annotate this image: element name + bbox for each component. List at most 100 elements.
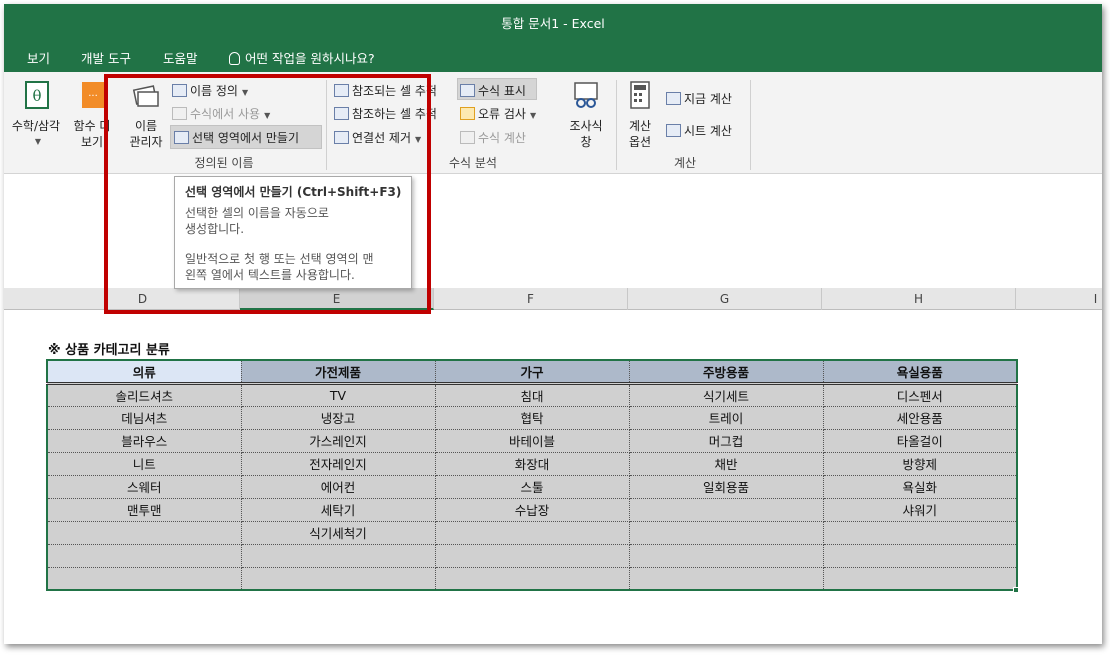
tell-me-text: 어떤 작업을 원하시나요? bbox=[245, 51, 375, 66]
table-cell[interactable]: 샤워기 bbox=[822, 497, 1018, 522]
table-cell[interactable] bbox=[434, 566, 630, 591]
calc-options-label-2: 옵션 bbox=[628, 135, 652, 149]
error-check-icon bbox=[460, 107, 475, 120]
table-cell[interactable]: 식기세트 bbox=[628, 382, 824, 407]
show-formulas-button[interactable]: 수식 표시 bbox=[460, 82, 526, 99]
table-header-row: 의류 가전제품 가구 주방용품 욕실용품 bbox=[46, 359, 1018, 385]
table-cell[interactable]: 세탁기 bbox=[240, 497, 436, 522]
highlight-box bbox=[104, 74, 431, 314]
tab-help[interactable]: 도움말 bbox=[163, 48, 198, 67]
table-cell[interactable] bbox=[240, 543, 436, 568]
calc-now-icon bbox=[666, 92, 681, 105]
lightbulb-icon bbox=[229, 52, 240, 65]
header-cell[interactable]: 가전제품 bbox=[240, 359, 436, 385]
table-cell[interactable]: 수납장 bbox=[434, 497, 630, 522]
table-cell[interactable]: 스웨터 bbox=[46, 474, 242, 499]
table-cell[interactable] bbox=[240, 566, 436, 591]
table-cell[interactable] bbox=[628, 543, 824, 568]
table-cell[interactable] bbox=[434, 543, 630, 568]
header-cell[interactable]: 가구 bbox=[434, 359, 630, 385]
table-cell[interactable]: 침대 bbox=[434, 382, 630, 407]
table-cell[interactable]: 채반 bbox=[628, 451, 824, 476]
calc-options-button[interactable]: 계산 옵션 bbox=[620, 80, 660, 150]
table-cell[interactable]: 맨투맨 bbox=[46, 497, 242, 522]
table-cell[interactable] bbox=[822, 566, 1018, 591]
table-cell[interactable]: 방향제 bbox=[822, 451, 1018, 476]
window-title: 통합 문서1 - Excel bbox=[501, 16, 605, 31]
table-cell[interactable]: 데님셔츠 bbox=[46, 405, 242, 430]
table-cell[interactable]: 바테이블 bbox=[434, 428, 630, 453]
table-cell[interactable] bbox=[628, 520, 824, 545]
table-cell[interactable]: 일회용품 bbox=[628, 474, 824, 499]
svg-text:···: ··· bbox=[88, 91, 98, 102]
table-cell[interactable] bbox=[434, 520, 630, 545]
table-row: 니트 전자레인지 화장대 채반 방향제 bbox=[46, 451, 1018, 476]
header-cell[interactable]: 욕실용품 bbox=[822, 359, 1018, 385]
worksheet-grid: ※ 상품 카테고리 분류 의류 가전제품 가구 주방용품 욕실용품 솔리드셔츠 T… bbox=[4, 310, 1102, 644]
table-cell[interactable]: 블라우스 bbox=[46, 428, 242, 453]
calc-now-label: 지금 계산 bbox=[684, 92, 732, 106]
math-trig-button[interactable]: θ 수학/삼각 ▼ bbox=[4, 80, 68, 150]
theta-book-icon: θ bbox=[25, 81, 49, 109]
table-cell[interactable]: 솔리드셔츠 bbox=[46, 382, 242, 407]
group-separator bbox=[750, 80, 751, 170]
table-cell[interactable]: 세안용품 bbox=[822, 405, 1018, 430]
table-cell[interactable]: 스툴 bbox=[434, 474, 630, 499]
table-cell[interactable] bbox=[822, 543, 1018, 568]
error-checking-label: 오류 검사 bbox=[478, 107, 526, 121]
table-row: 솔리드셔츠 TV 침대 식기세트 디스펜서 bbox=[46, 382, 1018, 407]
watch-window-label-2: 창 bbox=[580, 135, 592, 149]
table-cell[interactable] bbox=[628, 497, 824, 522]
table-cell[interactable]: 협탁 bbox=[434, 405, 630, 430]
chevron-down-icon: ▼ bbox=[34, 137, 42, 146]
table-cell[interactable] bbox=[46, 566, 242, 591]
table-cell[interactable]: 디스펜서 bbox=[822, 382, 1018, 407]
error-checking-button[interactable]: 오류 검사 ▼ bbox=[460, 105, 536, 122]
table-cell[interactable] bbox=[46, 543, 242, 568]
excel-window: 통합 문서1 - Excel 보기 개발 도구 도움말 어떤 작업을 원하시나요… bbox=[4, 4, 1102, 644]
calc-sheet-label: 시트 계산 bbox=[684, 124, 732, 138]
table-cell[interactable]: 머그컵 bbox=[628, 428, 824, 453]
watch-window-button[interactable]: 조사식 창 bbox=[562, 80, 610, 150]
column-header-f[interactable]: F bbox=[434, 288, 628, 310]
fill-handle[interactable] bbox=[1013, 587, 1019, 593]
header-cell[interactable]: 주방용품 bbox=[628, 359, 824, 385]
table-cell[interactable]: 트레이 bbox=[628, 405, 824, 430]
table-cell[interactable]: 전자레인지 bbox=[240, 451, 436, 476]
calc-now-button[interactable]: 지금 계산 bbox=[666, 90, 732, 107]
tab-view[interactable]: 보기 bbox=[27, 48, 50, 67]
calculator-icon bbox=[630, 81, 650, 109]
table-row: 블라우스 가스레인지 바테이블 머그컵 타올걸이 bbox=[46, 428, 1018, 453]
show-formulas-label: 수식 표시 bbox=[478, 84, 526, 98]
tell-me-box[interactable]: 어떤 작업을 원하시나요? bbox=[229, 48, 375, 67]
tab-developer[interactable]: 개발 도구 bbox=[81, 48, 131, 67]
table-cell[interactable]: 에어컨 bbox=[240, 474, 436, 499]
table-cell[interactable]: TV bbox=[240, 382, 436, 407]
calc-options-label-1: 계산 bbox=[628, 119, 652, 133]
watch-window-label-1: 조사식 bbox=[569, 119, 603, 133]
table-cell[interactable] bbox=[628, 566, 824, 591]
table-cell[interactable]: 식기세척기 bbox=[240, 520, 436, 545]
table-cell[interactable] bbox=[822, 520, 1018, 545]
table-cell[interactable]: 타올걸이 bbox=[822, 428, 1018, 453]
table-cell[interactable]: 욕실화 bbox=[822, 474, 1018, 499]
table-cell[interactable]: 냉장고 bbox=[240, 405, 436, 430]
table-row bbox=[46, 566, 1018, 591]
table-cell[interactable]: 화장대 bbox=[434, 451, 630, 476]
column-header-h[interactable]: H bbox=[822, 288, 1016, 310]
column-header-i[interactable]: I bbox=[1016, 288, 1102, 310]
svg-text:θ: θ bbox=[32, 87, 41, 105]
category-table: 의류 가전제품 가구 주방용품 욕실용품 솔리드셔츠 TV 침대 식기세트 디스펜서 데님… bbox=[46, 359, 1018, 591]
column-header-g[interactable]: G bbox=[628, 288, 822, 310]
evaluate-formula-button[interactable]: 수식 계산 bbox=[460, 129, 526, 146]
ribbon-tabs: 보기 개발 도구 도움말 어떤 작업을 원하시나요? bbox=[4, 38, 1102, 72]
table-cell[interactable]: 가스레인지 bbox=[240, 428, 436, 453]
calc-sheet-button[interactable]: 시트 계산 bbox=[666, 122, 732, 139]
header-cell[interactable]: 의류 bbox=[46, 359, 242, 385]
table-cell[interactable] bbox=[46, 520, 242, 545]
table-cell[interactable]: 니트 bbox=[46, 451, 242, 476]
table-row bbox=[46, 543, 1018, 568]
watch-window-icon bbox=[574, 82, 598, 108]
evaluate-formula-icon bbox=[460, 131, 475, 144]
table-row: 맨투맨 세탁기 수납장 샤워기 bbox=[46, 497, 1018, 522]
